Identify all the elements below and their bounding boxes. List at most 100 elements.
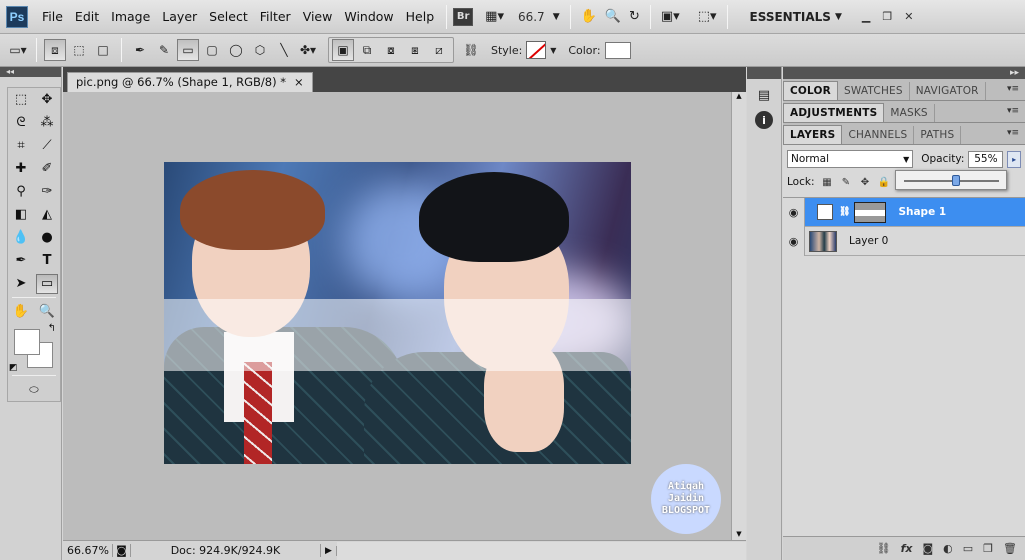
- menu-filter[interactable]: Filter: [254, 9, 297, 24]
- panel-menu-icon[interactable]: ▾≡: [1007, 106, 1019, 116]
- tab-color[interactable]: COLOR: [783, 81, 838, 100]
- menu-image[interactable]: Image: [105, 9, 156, 24]
- intersect-shape-icon[interactable]: ⧆: [404, 39, 426, 61]
- minimize-button[interactable]: ▁: [856, 10, 876, 23]
- chevron-down-icon[interactable]: ▼: [831, 6, 846, 28]
- link-icon[interactable]: ⛓: [460, 39, 482, 61]
- opacity-slider-toggle[interactable]: ▸: [1007, 150, 1021, 168]
- visibility-eye-icon[interactable]: ◉: [783, 197, 805, 227]
- link-layers-icon[interactable]: ⛓: [877, 542, 891, 555]
- marquee-tool-icon[interactable]: ⬚: [10, 90, 32, 110]
- tab-layers[interactable]: LAYERS: [783, 125, 843, 144]
- custom-shape-icon[interactable]: ✤▾: [297, 39, 319, 61]
- freeform-pen-icon[interactable]: ✎: [153, 39, 175, 61]
- add-mask-icon[interactable]: ◙: [922, 542, 933, 555]
- lasso-tool-icon[interactable]: ᘓ: [10, 113, 32, 133]
- panel-menu-icon[interactable]: ▾≡: [1007, 128, 1019, 138]
- zoom-tool-icon[interactable]: 🔍: [36, 302, 58, 322]
- rounded-rectangle-icon[interactable]: ▢: [201, 39, 223, 61]
- tab-navigator[interactable]: NAVIGATOR: [910, 82, 986, 100]
- style-swatch[interactable]: [526, 41, 547, 59]
- clone-stamp-icon[interactable]: ⚲: [10, 182, 32, 202]
- eraser-tool-icon[interactable]: ◧: [10, 205, 32, 225]
- pen-tool-icon[interactable]: ✒: [129, 39, 151, 61]
- rotate-view-icon[interactable]: ↻: [625, 6, 644, 28]
- zoom-tool-icon[interactable]: 🔍: [601, 6, 625, 28]
- zoom-level-dropdown[interactable]: 66.7: [508, 10, 549, 24]
- menu-layer[interactable]: Layer: [156, 9, 203, 24]
- close-button[interactable]: ✕: [898, 10, 919, 23]
- menu-select[interactable]: Select: [203, 9, 254, 24]
- menu-window[interactable]: Window: [338, 9, 399, 24]
- icon-strip-header[interactable]: [747, 67, 781, 79]
- document-tab[interactable]: pic.png @ 66.7% (Shape 1, RGB/8) * ×: [67, 72, 313, 92]
- info-icon[interactable]: i: [755, 111, 773, 129]
- quick-mask-icon[interactable]: ⬭: [23, 380, 45, 400]
- restore-button[interactable]: ❐: [876, 10, 898, 23]
- exclude-shape-icon[interactable]: ⧄: [428, 39, 450, 61]
- menu-help[interactable]: Help: [400, 9, 441, 24]
- polygon-tool-icon[interactable]: ⬡: [249, 39, 271, 61]
- blend-mode-select[interactable]: Normal ▼: [787, 150, 914, 168]
- layer-name[interactable]: Layer 0: [849, 235, 888, 247]
- new-layer-icon[interactable]: ❐: [983, 542, 993, 555]
- tab-channels[interactable]: CHANNELS: [842, 126, 915, 144]
- crop-tool-icon[interactable]: ⌗: [10, 136, 32, 156]
- magic-wand-icon[interactable]: ⁂: [36, 113, 58, 133]
- scroll-up-arrow[interactable]: ▲: [732, 92, 746, 100]
- bridge-button[interactable]: Br: [453, 7, 474, 26]
- scroll-down-arrow[interactable]: ▼: [732, 530, 746, 538]
- panel-menu-icon[interactable]: ▾≡: [1007, 84, 1019, 94]
- workspace-switcher[interactable]: ESSENTIALS: [750, 10, 831, 24]
- tools-panel-header[interactable]: ◂◂: [0, 67, 61, 77]
- horizontal-scrollbar[interactable]: [337, 541, 746, 560]
- opacity-slider-thumb[interactable]: [952, 175, 961, 186]
- lock-all-icon[interactable]: 🔒: [877, 176, 890, 189]
- layer-style-icon[interactable]: fx: [901, 542, 913, 555]
- swap-colors-icon[interactable]: ↰: [48, 323, 56, 334]
- tool-preset-icon[interactable]: ▭▾: [7, 39, 29, 61]
- screen-mode-icon[interactable]: ⬚▾: [694, 6, 721, 28]
- brush-tool-icon[interactable]: ✐: [36, 159, 58, 179]
- menu-view[interactable]: View: [297, 9, 339, 24]
- history-brush-icon[interactable]: ✑: [36, 182, 58, 202]
- layer-row-shape-1[interactable]: ◉ ⛓ Shape 1: [783, 197, 1025, 227]
- create-new-shape-icon[interactable]: ▣: [332, 39, 354, 61]
- status-info-icon[interactable]: ◙: [113, 544, 131, 557]
- tab-swatches[interactable]: SWATCHES: [838, 82, 910, 100]
- canvas-image[interactable]: [164, 162, 631, 464]
- chevron-down-icon[interactable]: ▼: [547, 39, 559, 61]
- subtract-shape-icon[interactable]: ⧇: [380, 39, 402, 61]
- fill-pixels-button[interactable]: □: [92, 39, 114, 61]
- healing-brush-icon[interactable]: ✚: [10, 159, 32, 179]
- film-strip-icon[interactable]: ▦▾: [481, 6, 508, 28]
- menu-edit[interactable]: Edit: [69, 9, 105, 24]
- visibility-eye-icon[interactable]: ◉: [783, 226, 805, 256]
- paths-button[interactable]: ⬚: [68, 39, 90, 61]
- shape-layers-button[interactable]: ⧈: [44, 39, 66, 61]
- hand-tool-icon[interactable]: ✋: [10, 302, 32, 322]
- arrange-documents-icon[interactable]: ▣▾: [657, 6, 684, 28]
- canvas-area[interactable]: Atiqah Jaidin BLOGSPOT ▲ ▼: [63, 92, 746, 540]
- panels-header[interactable]: ▸▸: [783, 67, 1025, 79]
- dodge-tool-icon[interactable]: ●: [36, 228, 58, 248]
- line-tool-icon[interactable]: ╲: [273, 39, 295, 61]
- ellipse-tool-icon[interactable]: ◯: [225, 39, 247, 61]
- foreground-color-swatch[interactable]: [14, 329, 40, 355]
- color-swatch[interactable]: [604, 41, 631, 59]
- pen-tool-icon[interactable]: ✒: [10, 251, 32, 271]
- layer-name[interactable]: Shape 1: [898, 206, 946, 218]
- opacity-input[interactable]: 55%: [968, 150, 1004, 168]
- new-group-icon[interactable]: ▭: [963, 542, 973, 555]
- eyedropper-icon[interactable]: ⟋: [36, 136, 58, 156]
- status-zoom-value[interactable]: 66.67%: [63, 544, 113, 557]
- lock-position-icon[interactable]: ✥: [858, 176, 871, 189]
- vector-mask-thumbnail[interactable]: [854, 201, 887, 223]
- add-to-shape-icon[interactable]: ⧉: [356, 39, 378, 61]
- rectangle-tool-icon[interactable]: ▭: [177, 39, 199, 61]
- default-colors-icon[interactable]: ◩: [9, 363, 18, 373]
- path-selection-icon[interactable]: ➤: [10, 274, 32, 294]
- layer-thumbnail[interactable]: [809, 230, 837, 252]
- move-tool-icon[interactable]: ✥: [36, 90, 58, 110]
- shape-1-rectangle[interactable]: [164, 299, 631, 371]
